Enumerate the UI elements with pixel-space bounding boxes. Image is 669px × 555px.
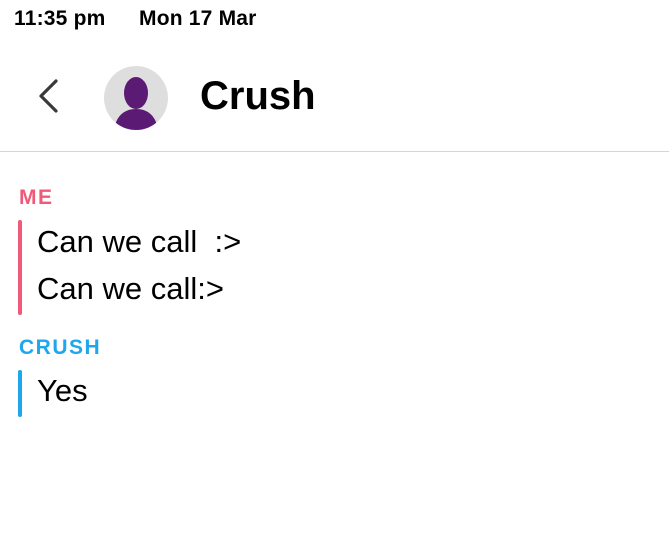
status-date: Mon 17 Mar <box>139 7 257 30</box>
chevron-left-icon <box>39 79 58 113</box>
message-text[interactable]: Can we call:> <box>37 271 224 307</box>
person-silhouette-icon <box>114 77 158 130</box>
chat-header: Crush <box>0 40 669 152</box>
back-button[interactable] <box>28 74 72 118</box>
message-text[interactable]: Can we call :> <box>37 224 241 260</box>
sender-label-me: ME <box>19 186 54 209</box>
sender-label-crush: CRUSH <box>19 336 102 359</box>
chat-title[interactable]: Crush <box>200 74 316 119</box>
sender-bar-crush <box>18 370 22 417</box>
status-time: 11:35 pm <box>14 7 106 30</box>
status-bar: 11:35 pm Mon 17 Mar <box>0 0 669 40</box>
message-text[interactable]: Yes <box>37 373 88 409</box>
sender-bar-me <box>18 220 22 315</box>
avatar[interactable] <box>104 66 168 130</box>
